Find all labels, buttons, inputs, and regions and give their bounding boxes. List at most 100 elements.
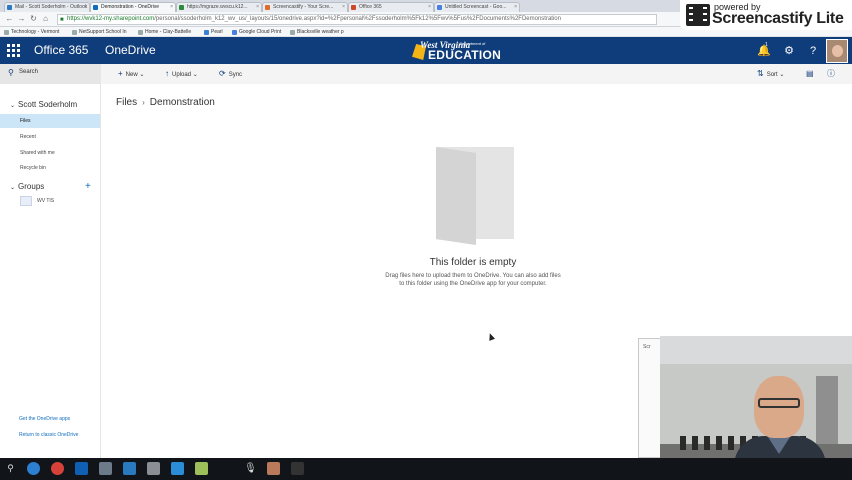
user-avatar[interactable]	[826, 39, 848, 63]
app-icon[interactable]	[123, 462, 136, 475]
chevron-down-icon: ⌄	[10, 103, 16, 109]
bookmark-item[interactable]: Home - Clay-Battelle	[138, 28, 191, 36]
empty-folder-description: Drag files here to upload them to OneDri…	[372, 272, 574, 288]
bookmark-label: Google Cloud Print	[239, 29, 282, 35]
app-icon[interactable]	[171, 462, 184, 475]
empty-folder-title: This folder is empty	[429, 257, 517, 268]
settings-gear-icon[interactable]: ⚙	[782, 44, 796, 58]
close-tab-icon[interactable]: ×	[428, 3, 431, 12]
bookmark-item[interactable]: Technology - Vermont	[4, 28, 59, 36]
bookmark-label: Home - Clay-Battelle	[145, 29, 192, 35]
nav-group-item[interactable]: WV TIS	[20, 196, 54, 206]
close-tab-icon[interactable]: ×	[342, 3, 345, 12]
sort-label: Sort	[766, 72, 778, 78]
bookmark-item[interactable]: Pearl	[204, 28, 223, 36]
nav-user-name: Scott Soderholm	[18, 100, 78, 109]
notification-bell-icon[interactable]: 🔔	[757, 44, 771, 58]
logo-text-education: EDUCATION	[428, 48, 502, 62]
app-icon[interactable]	[267, 462, 280, 475]
notification-count: 1	[765, 42, 768, 48]
info-icon[interactable]: ⓘ	[827, 68, 838, 80]
browser-tab-active[interactable]: Demonstration - OneDrive ×	[90, 2, 176, 12]
browser-tab[interactable]: https://mgraze.wvscu.k12... ×	[176, 2, 262, 12]
add-group-icon[interactable]: +	[85, 181, 91, 192]
back-arrow-icon[interactable]: ←	[5, 14, 14, 24]
tab-label: Untitled Screencast - Goo...	[445, 4, 507, 10]
close-tab-icon[interactable]: ×	[170, 3, 173, 12]
sync-icon: ⟳	[219, 69, 226, 78]
watermark-title: Screencastify Lite	[712, 10, 844, 27]
close-tab-icon[interactable]: ×	[514, 3, 517, 12]
close-tab-icon[interactable]: ×	[84, 3, 87, 12]
nav-item-recycle-bin[interactable]: Recycle bin	[0, 161, 100, 175]
view-toggle-icon[interactable]: ▤	[806, 68, 817, 80]
breadcrumb-files[interactable]: Files	[116, 97, 137, 108]
search-box[interactable]: ⚲ Search	[0, 64, 101, 84]
logo-text-dept: Department of	[460, 41, 486, 46]
chevron-down-icon: ⌄	[10, 185, 16, 191]
nav-item-recent[interactable]: Recent	[0, 130, 100, 144]
lock-icon: ■	[60, 17, 64, 23]
home-icon[interactable]: ⌂	[41, 14, 50, 24]
sort-button[interactable]: ⇅ Sort ⌄	[757, 68, 784, 80]
panel-label: Scr	[643, 344, 651, 350]
film-strip-icon[interactable]	[291, 462, 304, 475]
nav-item-label: Recycle bin	[20, 165, 46, 171]
browser-tab[interactable]: Mail - Scott Soderholm - Outlook ×	[4, 2, 90, 12]
nav-item-files[interactable]: Files	[0, 114, 100, 128]
browser-tab[interactable]: Untitled Screencast - Goo... ×	[434, 2, 520, 12]
tab-label: Screencastify - Your Scre...	[273, 4, 334, 10]
sync-button[interactable]: ⟳ Sync	[219, 68, 242, 80]
nav-item-label: Files	[20, 118, 31, 124]
page-favicon-icon	[179, 5, 184, 10]
search-icon[interactable]: ⚲	[4, 462, 17, 475]
nav-user-header[interactable]: ⌄ Scott Soderholm	[10, 100, 77, 109]
bookmark-label: Technology - Vermont	[11, 29, 60, 35]
tab-label: Demonstration - OneDrive	[101, 4, 160, 10]
upload-button[interactable]: ↑ Upload ⌄	[165, 68, 198, 80]
screencastify-favicon-icon	[265, 5, 270, 10]
address-bar[interactable]: ■ https://wvk12-my.sharepoint.com/persona…	[57, 14, 657, 25]
app-icon[interactable]	[195, 462, 208, 475]
file-manager-icon[interactable]	[99, 462, 112, 475]
get-apps-link[interactable]: Get the OneDrive apps	[19, 416, 89, 422]
search-icon: ⚲	[8, 68, 14, 77]
url-path: /personal/ssoderholm_k12_wv_us/_layouts/…	[154, 16, 561, 22]
chrome-os-icon[interactable]	[27, 462, 40, 475]
browser-tab[interactable]: Screencastify - Your Scre... ×	[262, 2, 348, 12]
app-launcher-icon[interactable]	[5, 42, 21, 58]
empty-folder-icon	[436, 147, 516, 247]
bookmark-item[interactable]: Blacksville weather p	[290, 28, 344, 36]
new-label: New	[125, 72, 138, 78]
bookmark-item[interactable]: NetSupport School In	[72, 28, 127, 36]
chrome-icon[interactable]	[51, 462, 64, 475]
browser-tab[interactable]: Office 365 ×	[348, 2, 434, 12]
outlook-icon[interactable]	[75, 462, 88, 475]
tab-label: https://mgraze.wvscu.k12...	[187, 4, 248, 10]
sort-icon: ⇅	[757, 69, 764, 78]
reload-icon[interactable]: ↻	[29, 14, 38, 24]
onedrive-favicon-icon	[93, 5, 98, 10]
forward-arrow-icon[interactable]: →	[17, 14, 26, 24]
microphone-icon[interactable]: 🎙	[244, 462, 257, 475]
product-name[interactable]: Office 365	[34, 43, 88, 57]
close-tab-icon[interactable]: ×	[256, 3, 259, 12]
film-strip-icon	[686, 4, 710, 26]
classic-onedrive-link[interactable]: Return to classic OneDrive	[19, 432, 89, 438]
nav-groups-header[interactable]: ⌄ Groups	[10, 182, 44, 191]
empty-desc-line: Drag files here to upload them to OneDri…	[385, 273, 561, 279]
bookmark-item[interactable]: Google Cloud Print	[232, 28, 281, 36]
search-label: Search	[19, 69, 39, 75]
plus-icon: +	[118, 69, 123, 78]
help-icon[interactable]: ?	[806, 44, 820, 58]
new-button[interactable]: + New ⌄	[118, 68, 144, 80]
camera-icon[interactable]	[147, 462, 160, 475]
office-favicon-icon	[351, 5, 356, 10]
os-taskbar: ⚲ 🎙	[0, 458, 852, 480]
bookmark-icon	[290, 30, 295, 35]
nav-item-shared[interactable]: Shared with me	[0, 146, 100, 160]
wv-education-logo: West Virginia Department of EDUCATION	[410, 40, 502, 62]
app-name[interactable]: OneDrive	[105, 43, 156, 57]
nav-item-label: Recent	[20, 134, 36, 140]
bookmark-label: Blacksville weather p	[297, 29, 344, 35]
